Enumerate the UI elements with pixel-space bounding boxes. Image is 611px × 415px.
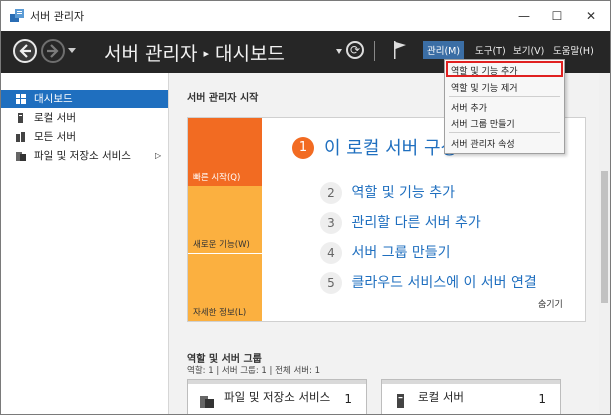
role-card-file-storage[interactable]: 파일 및 저장소 서비스 1 — [187, 379, 367, 414]
menu-tools[interactable]: 도구(T) — [475, 43, 506, 57]
step-4[interactable]: 4 서버 그룹 만들기 — [320, 242, 451, 264]
local-server-icon — [397, 394, 404, 408]
breadcrumb-separator: ▸ — [203, 47, 209, 60]
history-dropdown-icon[interactable] — [68, 48, 76, 54]
minimize-button[interactable]: — — [509, 5, 539, 27]
menu-item-server-manager-properties[interactable]: 서버 관리자 속성 — [451, 137, 515, 150]
step-link: 서버 그룹 만들기 — [351, 245, 451, 261]
menu-item-remove-roles-features[interactable]: 역할 및 기능 제거 — [451, 81, 518, 94]
header-divider — [374, 41, 375, 61]
sidebar-item-label: 대시보드 — [34, 93, 73, 105]
sidebar-item-local-server[interactable]: 로컬 서버 — [1, 109, 168, 127]
back-button[interactable] — [13, 39, 37, 63]
step-number: 2 — [320, 182, 342, 204]
tile-label: 자세한 정보(L) — [193, 308, 247, 318]
menu-item-add-servers[interactable]: 서버 추가 — [451, 101, 487, 114]
breadcrumb-current: 대시보드 — [214, 43, 285, 65]
vertical-scrollbar[interactable] — [599, 73, 610, 414]
role-card-header-bar — [188, 380, 366, 384]
sidebar-item-label: 모든 서버 — [34, 131, 76, 143]
sidebar-item-all-servers[interactable]: 모든 서버 — [1, 128, 168, 146]
forward-arrow-icon — [47, 44, 59, 58]
server-manager-window: 서버 관리자 — ☐ ✕ 서버 관리자 ▸ 대시보드 ⟳ 관리(M) 도구(T) 보… — [0, 0, 611, 415]
dashboard-icon — [16, 94, 26, 104]
window-title: 서버 관리자 — [30, 10, 85, 23]
step-link: 관리할 다른 서버 추가 — [351, 215, 481, 231]
notifications-flag-icon[interactable] — [393, 41, 407, 59]
breadcrumb-root[interactable]: 서버 관리자 — [104, 43, 197, 65]
tile-label: 새로운 기능(W) — [193, 240, 250, 250]
sidebar-item-file-storage[interactable]: 파일 및 저장소 서비스 ▷ — [1, 147, 168, 165]
menu-item-add-roles-features[interactable]: 역할 및 기능 추가 — [451, 64, 518, 77]
menu-help[interactable]: 도움말(H) — [553, 43, 594, 57]
step-number: 4 — [320, 242, 342, 264]
tile-whats-new[interactable]: 새로운 기능(W) — [188, 186, 262, 253]
file-storage-icon — [200, 396, 214, 408]
sidebar-item-label: 로컬 서버 — [34, 112, 76, 124]
menu-view[interactable]: 보기(V) — [513, 43, 544, 57]
role-card-count: 1 — [344, 392, 352, 406]
roles-summary: 역할: 1 | 서버 그룹: 1 | 전체 서버: 1 — [187, 366, 321, 376]
scrollbar-thumb[interactable] — [601, 171, 608, 303]
close-button[interactable]: ✕ — [576, 5, 606, 27]
breadcrumb: 서버 관리자 ▸ 대시보드 — [104, 39, 285, 66]
dot-icon — [336, 49, 342, 54]
role-card-count: 1 — [538, 392, 546, 406]
refresh-button[interactable]: ⟳ — [346, 41, 364, 59]
server-manager-icon — [10, 9, 24, 22]
menu-item-create-server-group[interactable]: 서버 그룹 만들기 — [451, 117, 515, 130]
step-link: 역할 및 기능 추가 — [351, 185, 456, 201]
step-1-link[interactable]: 이 로컬 서버 구성 — [324, 134, 457, 160]
local-server-icon — [18, 113, 23, 123]
sidebar-item-dashboard[interactable]: 대시보드 — [1, 90, 168, 108]
tile-learn-more[interactable]: 자세한 정보(L) — [188, 254, 262, 321]
tile-quick-start[interactable]: 빠른 시작(Q) — [188, 118, 262, 186]
roles-section-title: 역할 및 서버 그룹 — [187, 354, 262, 365]
title-bar: 서버 관리자 — ☐ ✕ — [1, 1, 610, 31]
menu-separator — [449, 132, 560, 133]
role-card-name: 파일 및 저장소 서비스 — [224, 390, 331, 404]
all-servers-icon — [16, 132, 25, 142]
step-number: 3 — [320, 212, 342, 234]
step-link: 클라우드 서비스에 이 서버 연결 — [351, 275, 537, 291]
expand-chevron-icon[interactable]: ▷ — [155, 147, 161, 165]
hide-link[interactable]: 숨기기 — [538, 297, 563, 310]
tile-label: 빠른 시작(Q) — [193, 173, 241, 183]
back-arrow-icon — [19, 44, 31, 58]
role-card-header-bar — [382, 380, 560, 384]
role-card-name: 로컬 서버 — [418, 390, 464, 404]
step-3[interactable]: 3 관리할 다른 서버 추가 — [320, 212, 481, 234]
sidebar: 대시보드 로컬 서버 모든 서버 파일 및 저장소 서비스 ▷ — [1, 73, 169, 414]
step-2[interactable]: 2 역할 및 기능 추가 — [320, 182, 455, 204]
role-card-local-server[interactable]: 로컬 서버 1 — [381, 379, 561, 414]
maximize-button[interactable]: ☐ — [542, 5, 572, 27]
forward-button[interactable] — [41, 39, 65, 63]
menu-separator — [449, 96, 560, 97]
sidebar-item-label: 파일 및 저장소 서비스 — [34, 150, 131, 162]
step-1-badge: 1 — [292, 137, 314, 159]
manage-dropdown-menu: 역할 및 기능 추가 역할 및 기능 제거 서버 추가 서버 그룹 만들기 서버… — [444, 59, 565, 154]
file-storage-icon — [16, 152, 26, 161]
menu-manage[interactable]: 관리(M) — [423, 41, 465, 59]
step-5[interactable]: 5 클라우드 서비스에 이 서버 연결 — [320, 272, 537, 294]
step-number: 5 — [320, 272, 342, 294]
welcome-section-title: 서버 관리자 시작 — [187, 93, 259, 104]
